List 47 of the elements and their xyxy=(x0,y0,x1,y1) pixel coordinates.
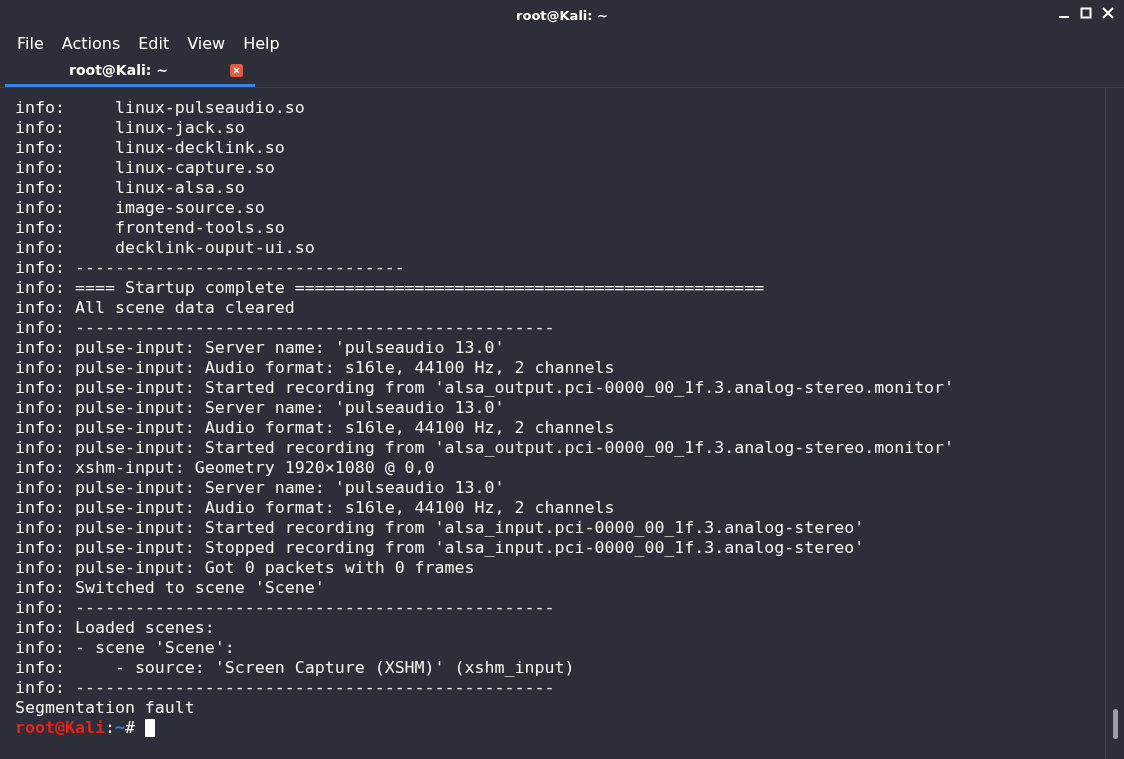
output-line: info: pulse-input: Stopped recording from 'alsa_input.pci-0000_00_1f.3.analog-stereo' xyxy=(15,538,865,557)
maximize-button[interactable] xyxy=(1078,5,1094,21)
output-line: info: pulse-input: Started recording from 'alsa_output.pci-0000_00_1f.3.analog-stereo.monitor' xyxy=(15,378,955,397)
output-line: info: linux-capture.so xyxy=(15,158,275,177)
output-line: Segmentation fault xyxy=(15,698,195,717)
output-line: info: pulse-input: Server name: 'pulseaudio 13.0' xyxy=(15,398,505,417)
output-line: info: ------------------------------------------------ xyxy=(15,598,555,617)
menu-item[interactable]: Edit xyxy=(129,33,179,53)
output-line: info: - scene 'Scene': xyxy=(15,638,235,657)
output-line: info: pulse-input: Started recording from 'alsa_output.pci-0000_00_1f.3.analog-stereo.monitor' xyxy=(15,438,955,457)
menu-item[interactable]: Actions xyxy=(52,33,130,53)
output-line: info: - source: 'Screen Capture (XSHM)' (xshm_input) xyxy=(15,658,575,677)
menu-item[interactable]: View xyxy=(178,33,235,53)
output-line: info: All scene data cleared xyxy=(15,298,295,317)
text-cursor xyxy=(144,719,155,737)
output-line: info: pulse-input: Started recording from 'alsa_input.pci-0000_00_1f.3.analog-stereo' xyxy=(15,518,865,537)
output-line: info: Switched to scene 'Scene' xyxy=(15,578,325,597)
terminal-tab[interactable]: root@Kali: ~ xyxy=(5,56,255,87)
scrollbar-thumb[interactable] xyxy=(1112,709,1118,739)
output-line: info: linux-decklink.so xyxy=(15,138,285,157)
output-line: info: pulse-input: Audio format: s16le, 44100 Hz, 2 channels xyxy=(15,418,615,437)
output-line: info: ==== Startup complete =============================================== xyxy=(15,278,765,297)
output-line: info: Loaded scenes: xyxy=(15,618,215,637)
menu-item[interactable]: Help xyxy=(234,33,289,53)
output-line: info: pulse-input: Audio format: s16le, 44100 Hz, 2 channels xyxy=(15,498,615,517)
maximize-icon xyxy=(1080,7,1092,19)
output-line: info: ------------------------------------------------ xyxy=(15,678,555,697)
output-line: info: pulse-input: Server name: 'pulseaudio 13.0' xyxy=(15,478,505,497)
output-line: info: xshm-input: Geometry 1920×1080 @ 0,0 xyxy=(15,458,435,477)
menu-item[interactable]: File xyxy=(8,33,53,53)
output-line: info: pulse-input: Got 0 packets with 0 frames xyxy=(15,558,475,577)
window-title: root@Kali: ~ xyxy=(516,7,608,23)
output-line: info: linux-pulseaudio.so xyxy=(15,98,305,117)
minimize-icon xyxy=(1059,16,1069,18)
output-line: info: linux-jack.so xyxy=(15,118,245,137)
output-line: info: frontend-tools.so xyxy=(15,218,285,237)
output-line: info: ------------------------------------------------ xyxy=(15,318,555,337)
shell-prompt: root@Kali:~# xyxy=(15,718,1105,738)
close-icon xyxy=(1102,7,1114,19)
output-line: info: decklink-ouput-ui.so xyxy=(15,238,315,257)
output-line: info: linux-alsa.so xyxy=(15,178,245,197)
close-tab-icon[interactable] xyxy=(230,63,243,77)
output-line: info: --------------------------------- xyxy=(15,258,405,277)
close-button[interactable] xyxy=(1100,5,1116,21)
output-line: info: pulse-input: Audio format: s16le, 44100 Hz, 2 channels xyxy=(15,358,615,377)
output-line: info: image-source.so xyxy=(15,198,265,217)
output-line: info: pulse-input: Server name: 'pulseaudio 13.0' xyxy=(15,338,505,357)
